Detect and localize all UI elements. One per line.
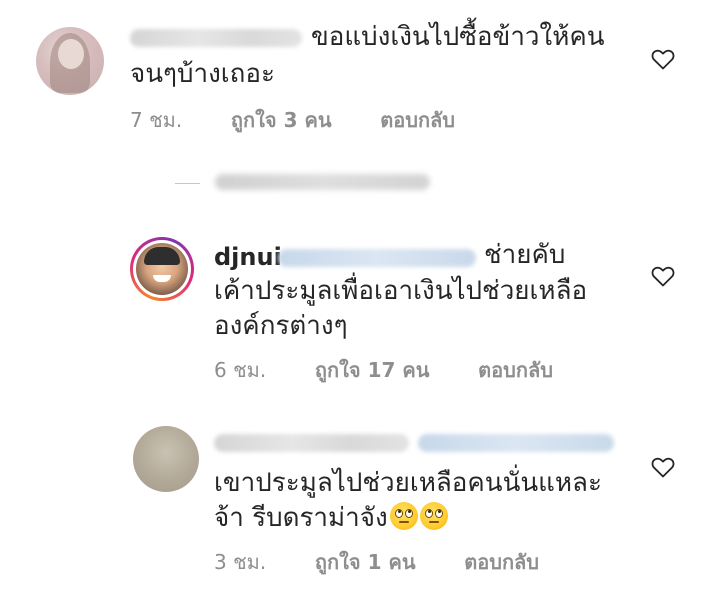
avatar-photo xyxy=(136,243,188,295)
heart-icon[interactable] xyxy=(651,48,675,70)
heart-icon[interactable] xyxy=(651,265,675,287)
comment-meta: 3 ชม. ถูกใจ 1 คน ตอบกลับ xyxy=(214,546,539,578)
heart-icon[interactable] xyxy=(651,456,675,478)
reply-button[interactable]: ตอบกลับ xyxy=(464,550,539,574)
comment-text-line: จ้า รีบดราม่าจัง xyxy=(214,503,388,533)
comment-text-line: เค้าประมูลเพื่อเอาเงินไปช่วยเหลือ xyxy=(214,276,588,306)
avatar-cap xyxy=(144,247,180,265)
comment-time: 6 ชม. xyxy=(214,358,267,382)
likes-count[interactable]: ถูกใจ 17 คน xyxy=(315,358,430,382)
comment-text-line: จนๆบ้างเถอะ xyxy=(130,59,275,89)
comment-meta: 6 ชม. ถูกใจ 17 คน ตอบกลับ xyxy=(214,354,553,386)
comment-text-line-with-emoji: จ้า รีบดราม่าจัง xyxy=(214,501,448,535)
view-replies-line[interactable] xyxy=(175,183,200,184)
avatar[interactable] xyxy=(133,426,199,492)
reply-button[interactable]: ตอบกลับ xyxy=(478,358,553,382)
comment-text-line: ขอแบ่งเงินไปซื้อข้าวให้คน xyxy=(311,22,605,52)
blurred-mention[interactable] xyxy=(278,249,476,267)
comment-text-line: เขาประมูลไปช่วยเหลือคนนั่นแหละ xyxy=(214,468,602,498)
avatar-face xyxy=(58,39,84,69)
view-replies-link[interactable] xyxy=(215,174,430,190)
avatar[interactable] xyxy=(36,27,104,95)
blurred-username[interactable] xyxy=(130,29,302,47)
avatar-smile xyxy=(153,275,171,282)
avatar[interactable] xyxy=(130,237,194,301)
reply-button[interactable]: ตอบกลับ xyxy=(380,108,455,132)
likes-count[interactable]: ถูกใจ 3 คน xyxy=(231,108,332,132)
comment-meta: 7 ชม. ถูกใจ 3 คน ตอบกลับ xyxy=(130,104,455,136)
comment-text-line: ช่ายคับ xyxy=(484,240,566,270)
comment-username[interactable]: djnui xyxy=(214,240,282,274)
face-with-rolling-eyes-icon xyxy=(389,502,418,530)
comment-text-line: องค์กรต่างๆ xyxy=(214,311,348,341)
face-with-rolling-eyes-icon xyxy=(419,502,448,530)
comment-time: 3 ชม. xyxy=(214,550,267,574)
likes-count[interactable]: ถูกใจ 1 คน xyxy=(315,550,416,574)
blurred-username[interactable] xyxy=(214,434,409,452)
blurred-mention[interactable] xyxy=(418,434,614,452)
comment-time: 7 ชม. xyxy=(130,108,183,132)
